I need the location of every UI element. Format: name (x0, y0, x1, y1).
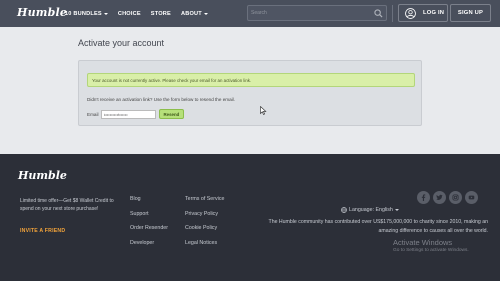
invite-friend-link[interactable]: INVITE A FRIEND (20, 228, 65, 234)
footer: Humble Limited time offer—Get $8 Wallet … (0, 154, 500, 281)
nav-bundles[interactable]: 10 BUNDLES (65, 11, 108, 17)
alert-text: Your account is not currently active. Pl… (92, 77, 252, 83)
email-field[interactable] (100, 109, 156, 119)
instagram-icon[interactable] (449, 191, 462, 204)
chevron-down-icon (203, 12, 208, 15)
inactive-account-alert: Your account is not currently active. Pl… (87, 73, 415, 87)
nav-store[interactable]: STORE (151, 11, 171, 17)
footer-links-col-2: Terms of Service Privacy Policy Cookie P… (185, 196, 224, 254)
main-nav: 10 BUNDLES CHOICE STORE ABOUT (65, 0, 218, 27)
resend-form: Email Resend (87, 109, 185, 119)
twitter-icon[interactable] (433, 191, 446, 204)
footer-link-legal[interactable]: Legal Notices (185, 240, 224, 255)
nav-about[interactable]: ABOUT (181, 11, 208, 17)
user-icon (405, 7, 416, 19)
footer-link-order-resender[interactable]: Order Resender (130, 225, 168, 240)
resend-button[interactable]: Resend (158, 109, 185, 119)
charity-statement: The Humble community has contributed ove… (268, 219, 488, 234)
signup-button[interactable]: SIGN UP (450, 4, 491, 22)
facebook-icon[interactable] (417, 191, 430, 204)
globe-icon (341, 207, 347, 213)
activate-windows-title: Activate Windows (393, 238, 453, 247)
language-label: Language: English (349, 207, 393, 213)
humble-logo[interactable]: Humble (17, 6, 67, 19)
email-label: Email (87, 111, 99, 117)
footer-link-privacy[interactable]: Privacy Policy (185, 211, 224, 226)
language-selector[interactable]: Language: English (341, 207, 399, 213)
footer-link-cookie[interactable]: Cookie Policy (185, 225, 224, 240)
activate-windows-subtitle: Go to Settings to activate Windows. (393, 248, 469, 253)
nav-bundles-label: 10 BUNDLES (65, 10, 102, 17)
activation-panel: Your account is not currently active. Pl… (78, 60, 422, 126)
footer-link-blog[interactable]: Blog (130, 196, 168, 211)
footer-link-terms[interactable]: Terms of Service (185, 196, 224, 211)
login-label: LOG IN (423, 10, 445, 16)
wallet-promo-text: Limited time offer—Get $8 Wallet Credit … (20, 198, 114, 212)
footer-links-col-1: Blog Support Order Resender Developer (130, 196, 168, 254)
search-box (247, 5, 387, 21)
page-title: Activate your account (78, 38, 165, 48)
resend-prompt: Didn't receive an activation link? Use t… (87, 97, 235, 102)
top-navigation-bar: Humble 10 BUNDLES CHOICE STORE ABOUT LOG (0, 0, 500, 27)
footer-humble-logo[interactable]: Humble (18, 169, 67, 182)
search-input[interactable] (251, 8, 371, 18)
nav-choice-label: CHOICE (117, 10, 141, 17)
login-button[interactable]: LOG IN (398, 4, 448, 22)
footer-link-developer[interactable]: Developer (130, 240, 168, 255)
nav-choice[interactable]: CHOICE (118, 11, 141, 17)
nav-about-label: ABOUT (180, 10, 202, 17)
youtube-icon[interactable] (465, 191, 478, 204)
footer-link-support[interactable]: Support (130, 211, 168, 226)
header-divider (392, 5, 393, 22)
nav-store-label: STORE (150, 10, 171, 17)
mouse-cursor-icon (260, 106, 267, 115)
search-icon[interactable] (374, 9, 383, 18)
chevron-down-icon (103, 12, 108, 15)
chevron-down-icon (394, 209, 399, 211)
